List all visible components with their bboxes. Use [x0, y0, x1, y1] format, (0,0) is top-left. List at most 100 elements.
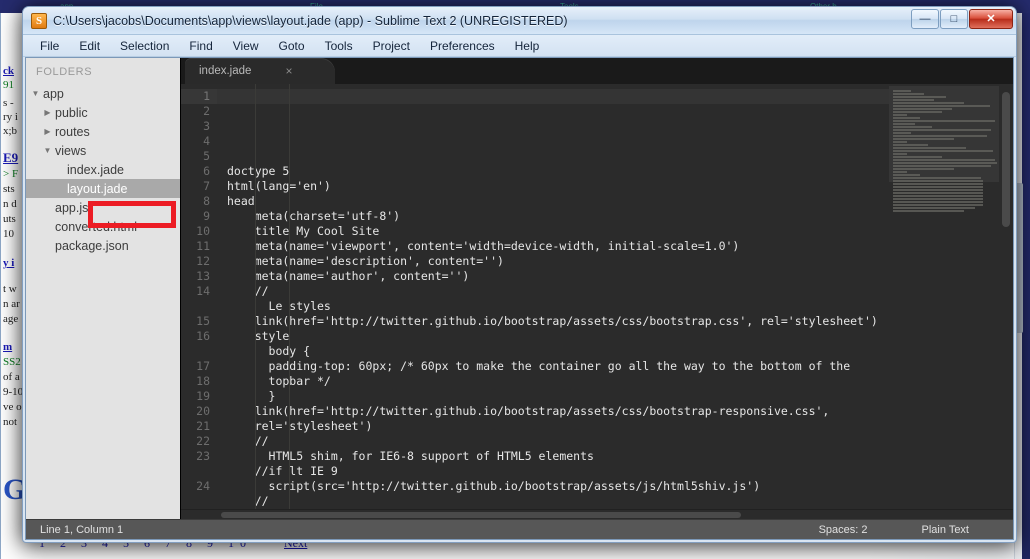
- minimap-row: [893, 171, 908, 173]
- code-line[interactable]: Le styles: [227, 299, 889, 314]
- background-text-fragment: sts: [3, 183, 15, 195]
- editor-pane: index.jade × 1 2 3 4 5 6 7 8 9 10 11 12 13 14 15 16 17 18…: [181, 58, 1013, 519]
- background-text-fragment: x;b: [3, 125, 18, 137]
- menu-help[interactable]: Help: [506, 37, 549, 55]
- close-button[interactable]: ✕: [969, 9, 1013, 29]
- line-number: 2: [203, 104, 210, 118]
- line-number: 10: [196, 224, 210, 238]
- line-number: 23: [196, 449, 210, 463]
- menu-view[interactable]: View: [224, 37, 268, 55]
- sidebar-item-label: app.js: [55, 200, 89, 215]
- sidebar-item-public[interactable]: ▶ public: [26, 103, 180, 122]
- minimap-row: [893, 132, 912, 134]
- sidebar-item-layout-jade[interactable]: layout.jade: [26, 179, 180, 198]
- background-text-fragment: age: [3, 313, 19, 325]
- chevron-right-icon[interactable]: ▶: [42, 108, 53, 117]
- vertical-scrollbar[interactable]: [999, 84, 1013, 509]
- status-syntax[interactable]: Plain Text: [922, 524, 970, 536]
- folders-header: FOLDERS: [36, 66, 93, 78]
- vertical-scrollbar-thumb[interactable]: [1002, 92, 1010, 227]
- horizontal-scrollbar[interactable]: [181, 509, 1013, 519]
- menu-tools[interactable]: Tools: [316, 37, 362, 55]
- code-line[interactable]: meta(name='author', content=''): [227, 269, 889, 284]
- indent-guide-2: [289, 84, 290, 509]
- code-line[interactable]: //if lt IE 9: [227, 464, 889, 479]
- background-text-fragment: of a: [3, 371, 20, 383]
- folder-tree: ▼ app ▶ public ▶ routes ▼ views index.jade layout…: [26, 84, 180, 255]
- menu-edit[interactable]: Edit: [70, 37, 109, 55]
- code-line[interactable]: meta(name='viewport', content='width=dev…: [227, 239, 889, 254]
- chevron-down-icon[interactable]: ▼: [30, 89, 41, 98]
- menu-goto[interactable]: Goto: [270, 37, 314, 55]
- menu-selection[interactable]: Selection: [111, 37, 178, 55]
- minimap-row: [893, 141, 908, 143]
- minimap-row: [893, 198, 983, 200]
- sidebar-item-index-jade[interactable]: index.jade: [26, 160, 180, 179]
- sidebar-item-app[interactable]: ▼ app: [26, 84, 180, 103]
- code-area[interactable]: 1 2 3 4 5 6 7 8 9 10 11 12 13 14 15 16 17 18 19 20 21 22 23 24 …: [181, 84, 889, 509]
- menu-project[interactable]: Project: [364, 37, 419, 55]
- minimap-row: [893, 150, 993, 152]
- chevron-down-icon[interactable]: ▼: [42, 146, 53, 155]
- tab-close-icon[interactable]: ×: [285, 64, 292, 78]
- sidebar-item-package-json[interactable]: package.json: [26, 236, 180, 255]
- code-line[interactable]: //: [227, 434, 889, 449]
- background-text-fragment: n ar: [3, 298, 20, 310]
- minimap-row: [893, 117, 920, 119]
- maximize-button[interactable]: □: [940, 9, 968, 29]
- background-text-fragment: y i: [3, 257, 15, 269]
- menu-preferences[interactable]: Preferences: [421, 37, 504, 55]
- minimize-button[interactable]: —: [911, 9, 939, 29]
- code-line[interactable]: body {: [227, 344, 889, 359]
- code-line[interactable]: head: [227, 194, 889, 209]
- code-line[interactable]: meta(name='description', content=''): [227, 254, 889, 269]
- minimap-row: [893, 165, 991, 167]
- sidebar-item-views[interactable]: ▼ views: [26, 141, 180, 160]
- editor-body: 1 2 3 4 5 6 7 8 9 10 11 12 13 14 15 16 17 18 19 20 21 22 23 24 …: [181, 84, 1013, 509]
- menu-file[interactable]: File: [31, 37, 68, 55]
- code-text[interactable]: doctype 5 html(lang='en') head meta(charse…: [217, 84, 889, 509]
- background-text-fragment: uts: [3, 213, 16, 225]
- minimap[interactable]: [889, 84, 999, 509]
- code-line[interactable]: //: [227, 494, 889, 509]
- code-line[interactable]: style: [227, 329, 889, 344]
- sidebar-item-label: index.jade: [67, 162, 124, 177]
- sidebar-item-converted-html[interactable]: converted.html: [26, 217, 180, 236]
- code-line[interactable]: }: [227, 389, 889, 404]
- line-number: 21: [196, 419, 210, 433]
- code-line[interactable]: link(href='http://twitter.github.io/boot…: [227, 404, 889, 434]
- status-indentation[interactable]: Spaces: 2: [819, 524, 868, 536]
- code-lines-host: doctype 5 html(lang='en') head meta(charse…: [227, 164, 889, 509]
- sidebar-item-routes[interactable]: ▶ routes: [26, 122, 180, 141]
- sublime-text-window: S C:\Users\jacobs\Documents\app\views\la…: [22, 6, 1017, 543]
- line-number: 19: [196, 389, 210, 403]
- line-number: 8: [203, 194, 210, 208]
- code-line[interactable]: title My Cool Site: [227, 224, 889, 239]
- minimap-row: [893, 186, 983, 188]
- minimap-row: [893, 162, 998, 164]
- line-number-gutter: 1 2 3 4 5 6 7 8 9 10 11 12 13 14 15 16 17 18 19 20 21 22 23 24: [181, 84, 217, 509]
- minimap-row: [893, 126, 932, 128]
- horizontal-scrollbar-thumb[interactable]: [221, 512, 741, 518]
- code-line[interactable]: //: [227, 284, 889, 299]
- background-text-fragment: n d: [3, 198, 17, 210]
- tab-index-jade[interactable]: index.jade ×: [185, 58, 335, 84]
- code-line[interactable]: HTML5 shim, for IE6-8 support of HTML5 e…: [227, 449, 889, 464]
- minimap-row: [893, 147, 967, 149]
- window-titlebar[interactable]: S C:\Users\jacobs\Documents\app\views\la…: [23, 7, 1016, 35]
- menu-find[interactable]: Find: [180, 37, 221, 55]
- code-line[interactable]: link(href='http://twitter.github.io/boot…: [227, 314, 889, 329]
- minimap-row: [893, 153, 908, 155]
- chevron-right-icon[interactable]: ▶: [42, 127, 53, 136]
- line-number: 14: [196, 284, 210, 298]
- code-line[interactable]: html(lang='en'): [227, 179, 889, 194]
- code-line[interactable]: padding-top: 60px; /* 60px to make the c…: [227, 359, 889, 389]
- background-text-fragment: 9-10: [3, 386, 24, 398]
- minimap-row: [893, 174, 920, 176]
- folders-sidebar[interactable]: FOLDERS ▼ app ▶ public ▶ routes ▼ views index.ja…: [26, 58, 181, 519]
- minimap-row: [893, 99, 934, 101]
- code-line[interactable]: meta(charset='utf-8'): [227, 209, 889, 224]
- sidebar-item-app-js[interactable]: app.js: [26, 198, 180, 217]
- code-line[interactable]: script(src='http://twitter.github.io/boo…: [227, 479, 889, 494]
- code-line[interactable]: doctype 5: [227, 164, 889, 179]
